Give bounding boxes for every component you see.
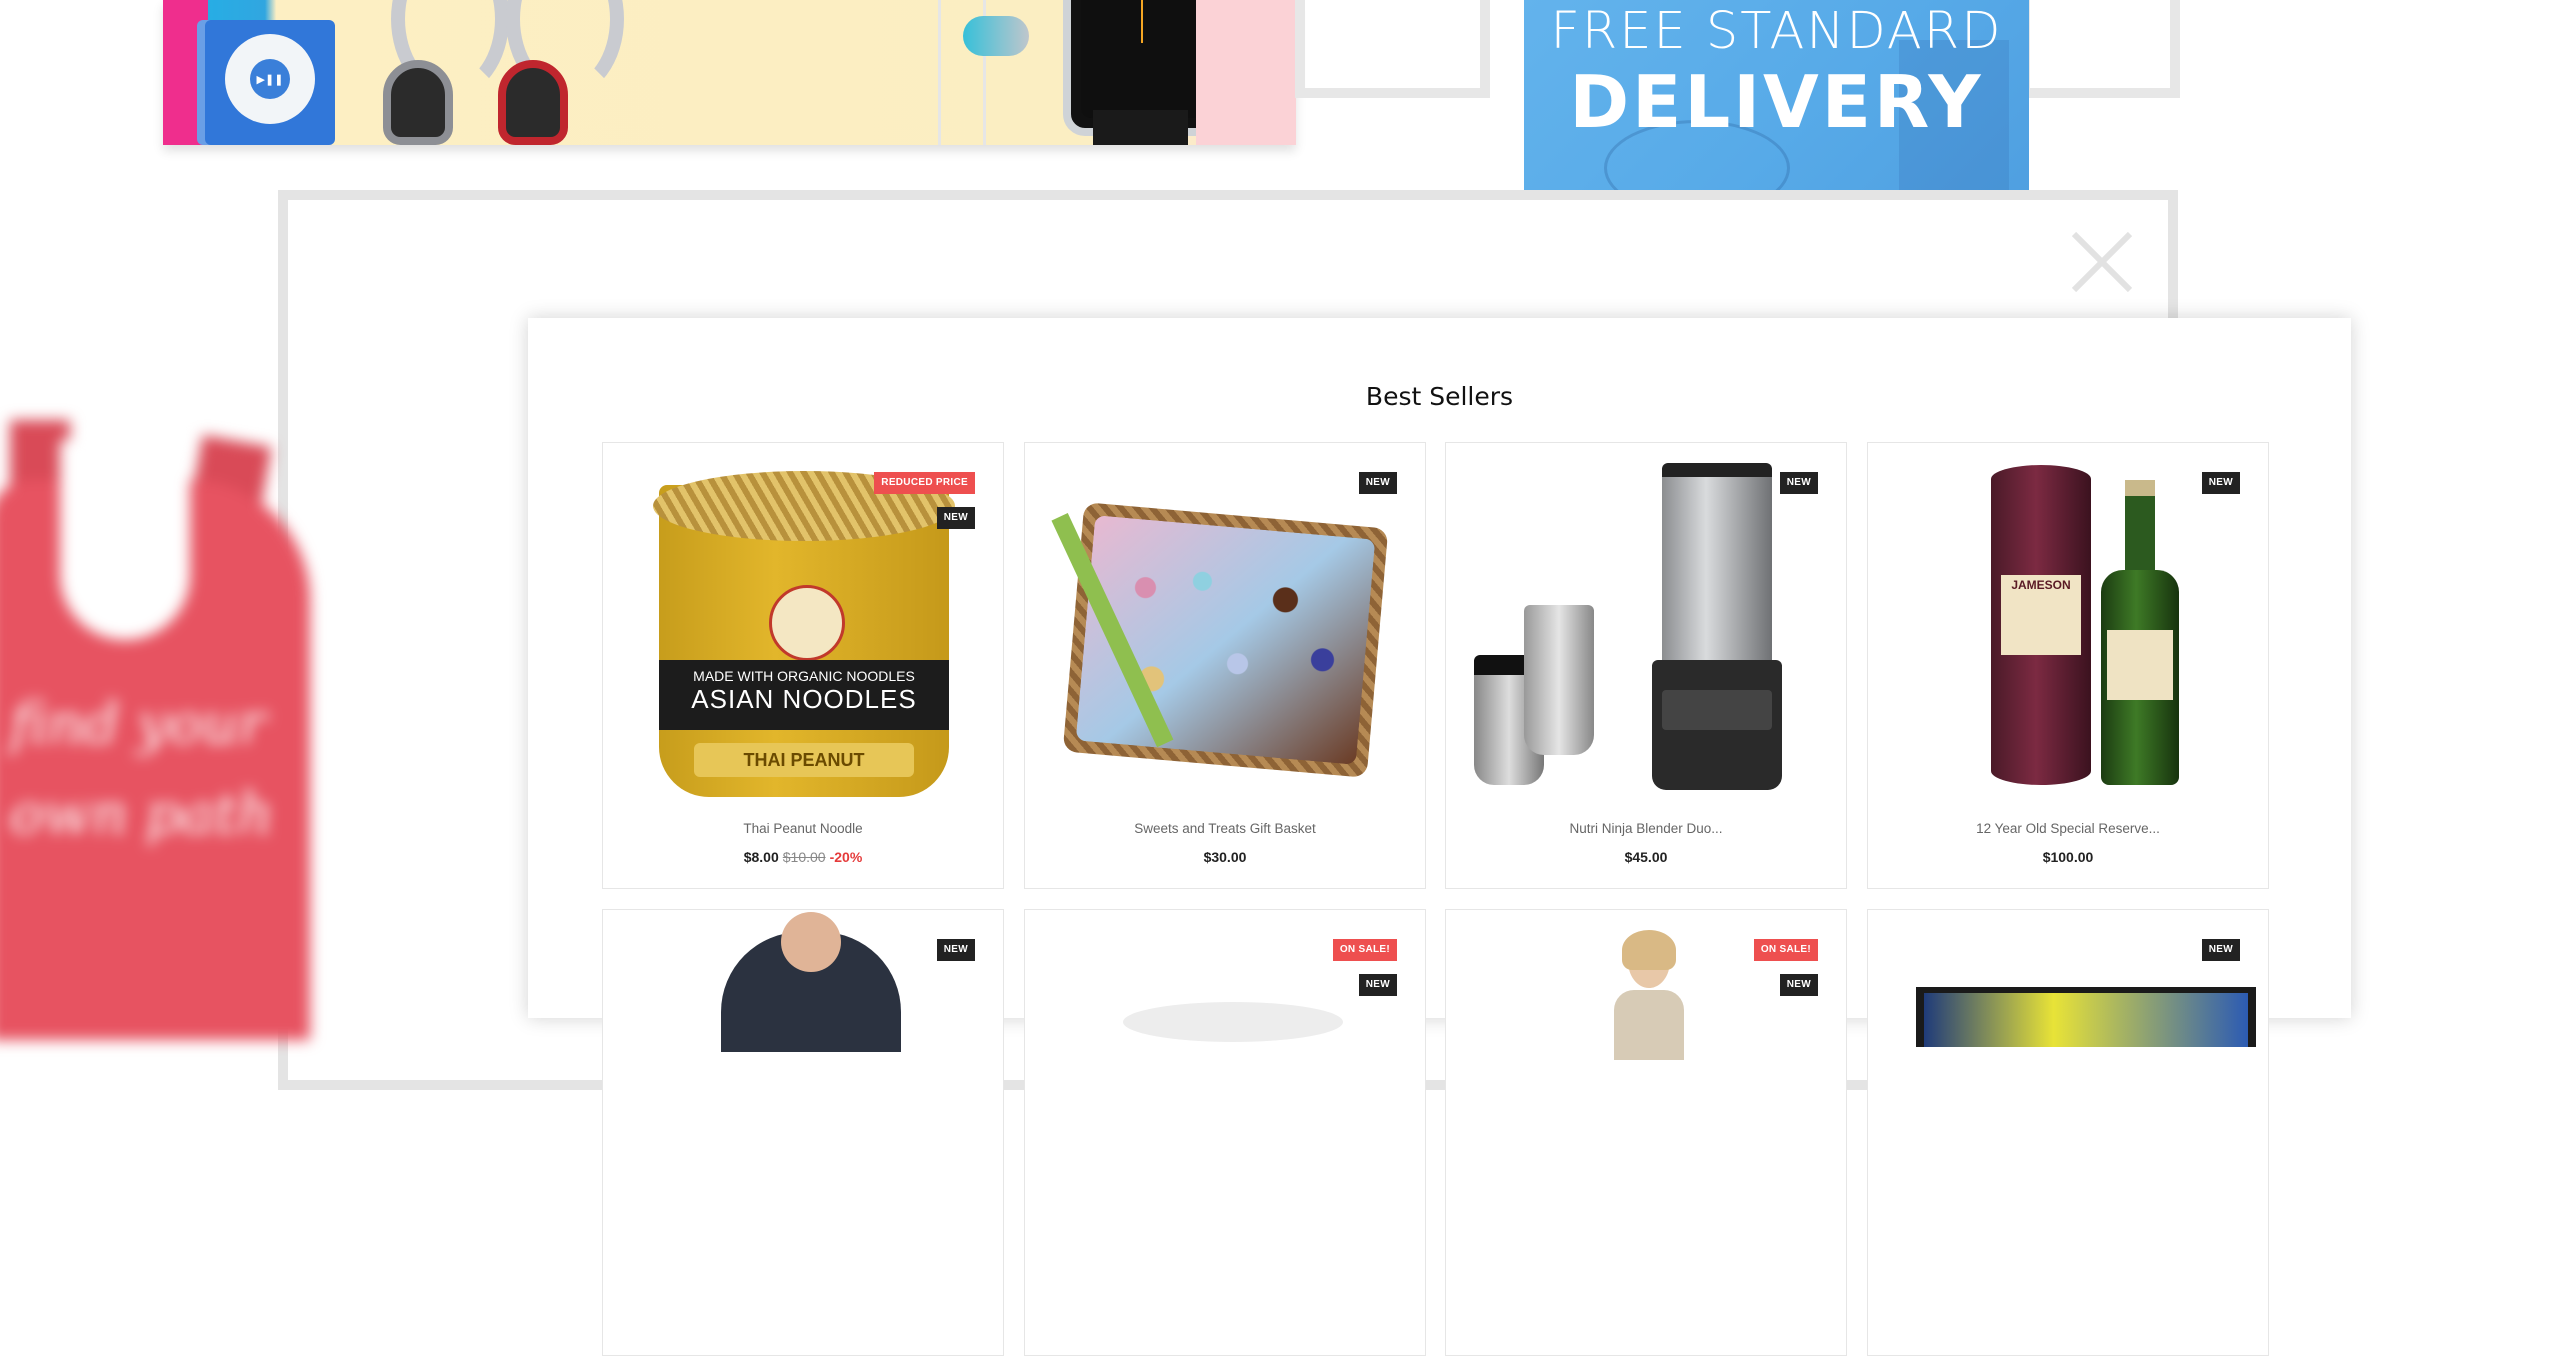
product-image[interactable] <box>1886 922 2256 1264</box>
product-image[interactable] <box>621 912 985 1264</box>
product-card[interactable]: ON SALE! NEW <box>1445 909 1847 1356</box>
product-card[interactable]: NEW <box>602 909 1004 1356</box>
close-icon[interactable] <box>2068 228 2136 296</box>
product-name[interactable]: Thai Peanut Noodle <box>603 821 1003 836</box>
product-name[interactable]: Nutri Ninja Blender Duo... <box>1446 821 1846 836</box>
brand-logo <box>769 585 845 661</box>
price-row: $30.00 <box>1025 849 1425 865</box>
delivery-banner-line2: DELIVERY <box>1569 60 1984 144</box>
ipod-play-icon: ▶❚❚ <box>250 59 290 99</box>
banner-pink-strip <box>163 0 208 145</box>
product-image[interactable] <box>1464 922 1828 1264</box>
discount: -20% <box>829 849 863 865</box>
new-badge: NEW <box>1779 472 1818 494</box>
delivery-banner-line1: FREE STANDARD <box>1550 2 2003 61</box>
package-flavor: THAI PEANUT <box>694 743 914 777</box>
product-image[interactable] <box>1464 455 1828 797</box>
earbud-image <box>963 16 1029 56</box>
new-badge: NEW <box>2201 472 2240 494</box>
gadgets-banner[interactable]: ▶❚❚ 9 <box>163 0 1296 145</box>
tank-top-image: find your own path <box>0 420 320 1040</box>
product-image[interactable]: JAMESON <box>1886 455 2250 797</box>
tank-top-print: find your own path <box>10 692 274 847</box>
new-badge: NEW <box>936 939 975 961</box>
free-delivery-banner[interactable]: FREE STANDARD DELIVERY <box>1524 0 2029 208</box>
frame-decoration <box>1295 0 1490 98</box>
price-row: $8.00 $10.00 -20% <box>603 849 1003 865</box>
new-badge: NEW <box>1358 472 1397 494</box>
reduced-price-badge: REDUCED PRICE <box>874 472 975 494</box>
product-card[interactable]: MADE WITH ORGANIC NOODLES ASIAN NOODLES … <box>602 442 1004 889</box>
product-price: $100.00 <box>2042 849 2094 865</box>
banner-pink-right <box>1196 0 1296 145</box>
ipod-image: ▶❚❚ <box>205 20 335 145</box>
product-card[interactable]: ON SALE! NEW <box>1024 909 1426 1356</box>
price-row: $100.00 <box>1868 849 2268 865</box>
old-price: $10.00 <box>782 849 826 865</box>
product-card[interactable]: NEW Nutri Ninja Blender Duo... $45.00 <box>1445 442 1847 889</box>
new-badge: NEW <box>936 507 975 529</box>
product-price: $8.00 <box>743 849 779 865</box>
product-image[interactable]: MADE WITH ORGANIC NOODLES ASIAN NOODLES … <box>621 455 985 797</box>
close-button[interactable] <box>2068 228 2136 296</box>
on-sale-badge: ON SALE! <box>1753 939 1818 961</box>
new-badge: NEW <box>1358 974 1397 996</box>
product-price: $45.00 <box>1624 849 1668 865</box>
price-row: $45.00 <box>1446 849 1846 865</box>
package-top-text: MADE WITH ORGANIC NOODLES <box>693 668 915 684</box>
product-name[interactable]: 12 Year Old Special Reserve... <box>1868 821 2268 836</box>
headphones-silver-image <box>383 0 509 145</box>
product-card[interactable]: JAMESON NEW 12 Year Old Special Reserve.… <box>1867 442 2269 889</box>
bottle-label: JAMESON <box>2001 575 2081 655</box>
product-image[interactable] <box>1043 922 1407 1264</box>
on-sale-badge: ON SALE! <box>1332 939 1397 961</box>
earbud-wire <box>938 0 941 145</box>
new-badge: NEW <box>2201 939 2240 961</box>
headphones-red-image <box>498 0 624 145</box>
frame-decoration <box>2020 0 2180 98</box>
product-image[interactable] <box>1043 455 1407 797</box>
watch-strap <box>1093 110 1188 145</box>
product-card[interactable]: NEW Sweets and Treats Gift Basket $30.00 <box>1024 442 1426 889</box>
product-name[interactable]: Sweets and Treats Gift Basket <box>1025 821 1425 836</box>
package-main-text: ASIAN NOODLES <box>691 684 917 714</box>
product-price: $30.00 <box>1203 849 1247 865</box>
modal-title: Best Sellers <box>1365 382 1514 411</box>
product-card[interactable]: NEW <box>1867 909 2269 1356</box>
best-sellers-modal: Best Sellers MADE WITH ORGANIC NOODLES A… <box>528 318 2351 1356</box>
new-badge: NEW <box>1779 974 1818 996</box>
